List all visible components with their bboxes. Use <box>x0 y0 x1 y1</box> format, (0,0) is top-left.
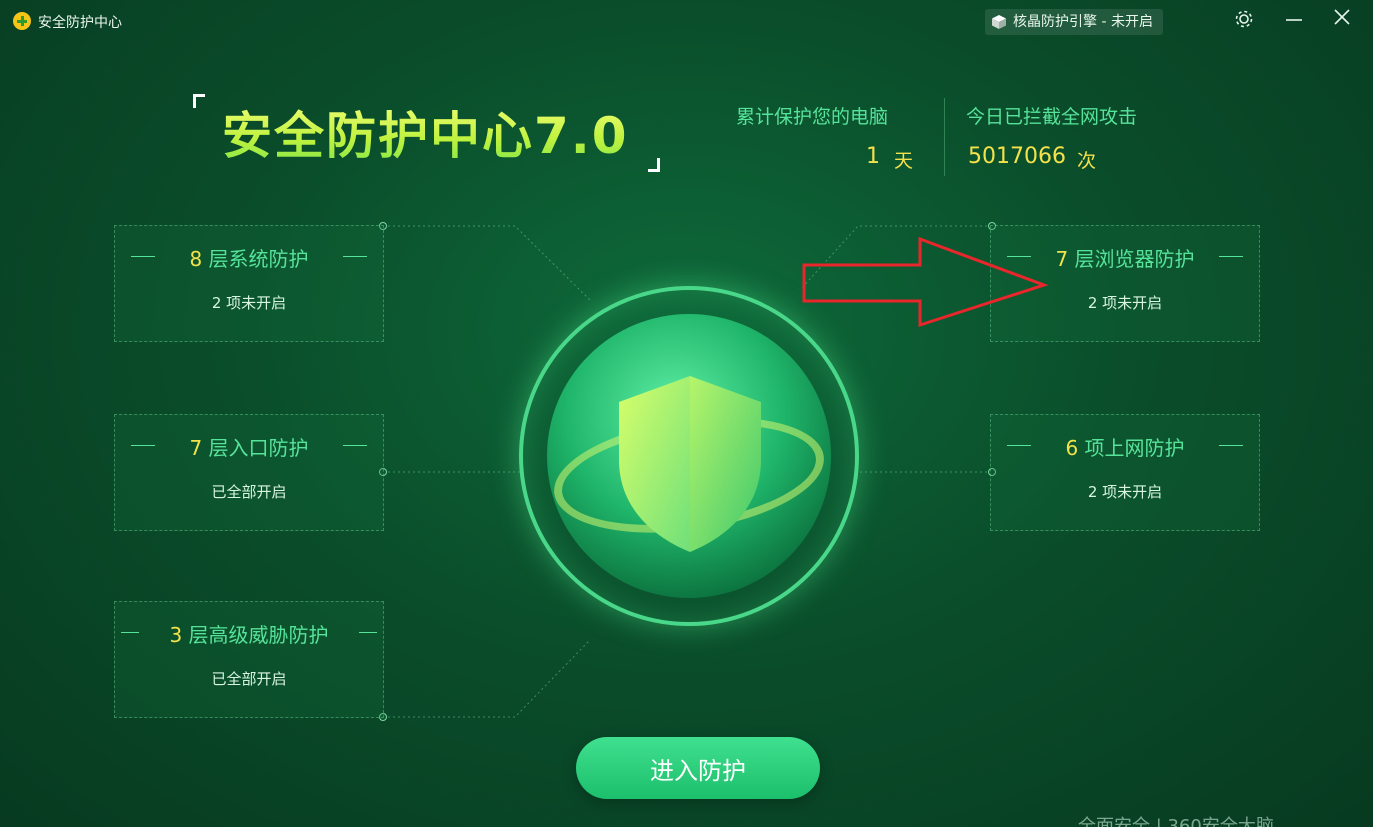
card-status: 2 项未开启 <box>211 294 287 312</box>
card-status: 已全部开启 <box>211 483 287 501</box>
card-title: 6 项上网防护 <box>1065 436 1185 460</box>
red-arrow-annotation <box>802 236 1049 328</box>
title-dash <box>343 256 367 257</box>
enter-protection-button[interactable]: 进入防护 <box>576 737 820 799</box>
title-dash <box>1219 256 1243 257</box>
card-entry-protection[interactable]: 7 层入口防护 已全部开启 <box>114 414 384 531</box>
title-dash <box>1219 445 1243 446</box>
card-title: 3 层高级威胁防护 <box>169 623 329 647</box>
title-dash <box>343 445 367 446</box>
card-status: 已全部开启 <box>211 670 287 688</box>
card-system-protection[interactable]: 8 层系统防护 2 项未开启 <box>114 225 384 342</box>
footer-branding: 全面安全 | 360安全大脑 <box>1078 816 1274 827</box>
shield-icon <box>619 376 761 552</box>
card-status: 2 项未开启 <box>1087 483 1163 501</box>
card-web-protection[interactable]: 6 项上网防护 2 项未开启 <box>990 414 1260 531</box>
card-advanced-threat-protection[interactable]: 3 层高级威胁防护 已全部开启 <box>114 601 384 718</box>
card-title: 7 层入口防护 <box>189 436 309 460</box>
card-title: 8 层系统防护 <box>189 247 309 271</box>
title-dash <box>359 632 377 633</box>
